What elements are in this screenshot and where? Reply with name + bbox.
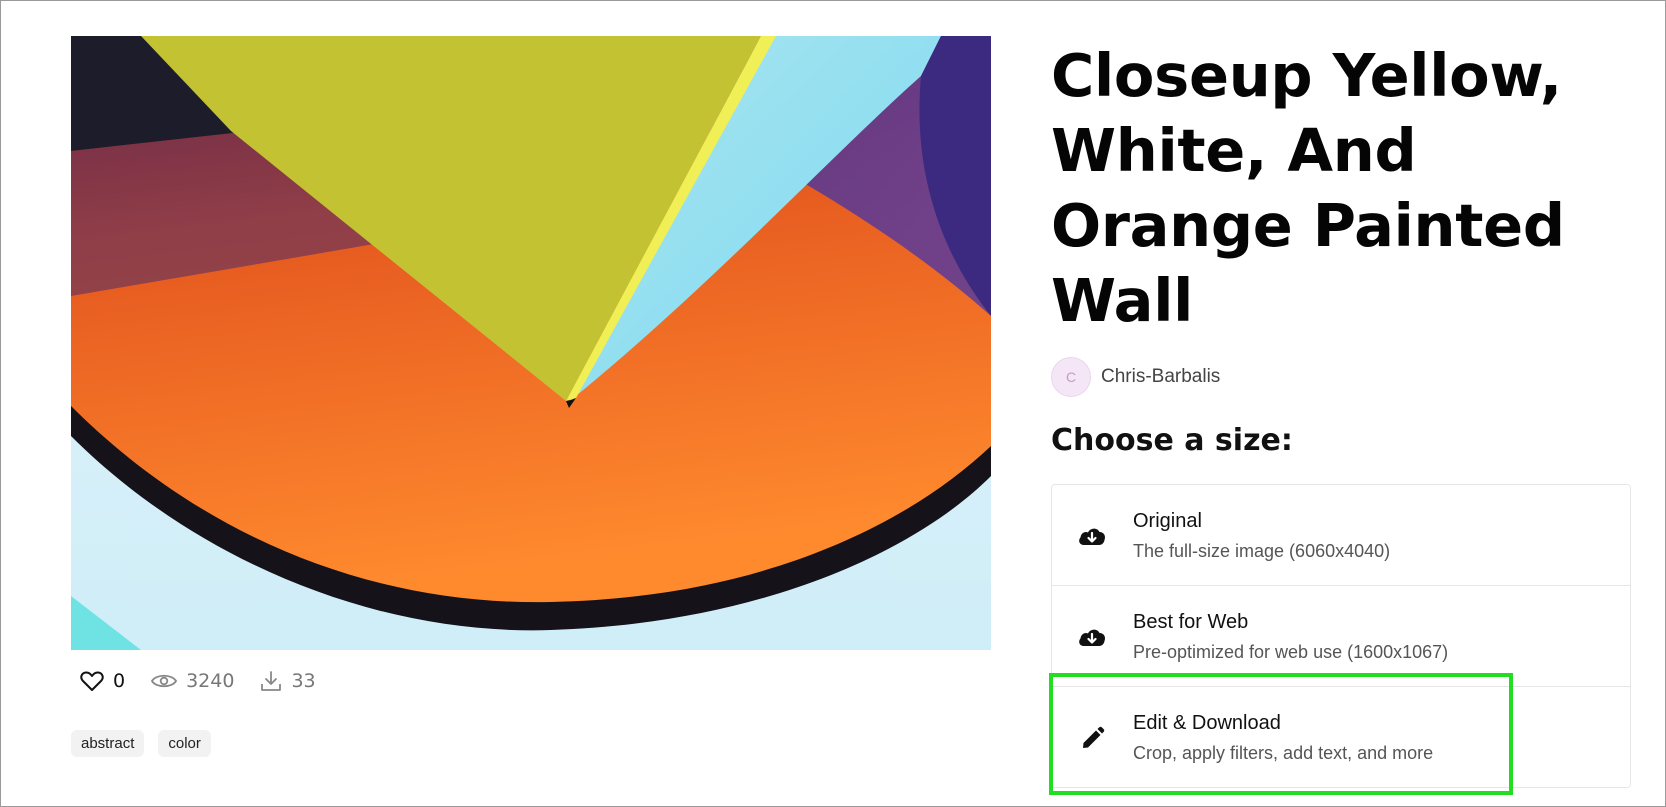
pencil-icon [1076, 723, 1108, 755]
tag-abstract[interactable]: abstract [71, 730, 145, 757]
heart-icon [80, 670, 104, 692]
option-description: Crop, apply filters, add text, and more [1133, 743, 1434, 763]
cloud-download-icon [1076, 521, 1108, 553]
views-stat: 3240 [151, 670, 234, 692]
size-options: Original The full-size image (6060x4040)… [1051, 484, 1631, 788]
option-original[interactable]: Original The full-size image (6060x4040) [1052, 485, 1630, 586]
likes-count: 0 [113, 670, 126, 692]
views-count: 3240 [186, 670, 235, 692]
option-title: Edit & Download [1133, 712, 1281, 734]
like-button[interactable]: 0 [80, 670, 125, 692]
option-title: Original [1133, 510, 1202, 532]
download-icon [260, 670, 282, 692]
author-name: Chris-Barbalis [1101, 366, 1221, 387]
tag-list: abstract color [71, 730, 211, 757]
hero-photo[interactable] [71, 36, 991, 650]
option-description: The full-size image (6060x4040) [1133, 541, 1391, 561]
downloads-stat: 33 [260, 670, 316, 692]
option-title: Best for Web [1133, 611, 1249, 633]
author-link[interactable]: C Chris-Barbalis [1051, 357, 1220, 397]
downloads-count: 33 [291, 670, 316, 692]
eye-icon [151, 672, 178, 690]
option-edit-download[interactable]: Edit & Download Crop, apply filters, add… [1052, 687, 1630, 787]
page-title: Closeup Yellow, White, And Orange Painte… [1051, 41, 1565, 335]
photo-artwork [71, 36, 991, 650]
option-best-for-web[interactable]: Best for Web Pre-optimized for web use (… [1052, 586, 1630, 687]
avatar: C [1051, 357, 1091, 397]
option-description: Pre-optimized for web use (1600x1067) [1133, 642, 1449, 662]
tag-color[interactable]: color [158, 730, 211, 757]
size-heading: Choose a size: [1051, 423, 1293, 458]
cloud-download-icon [1076, 622, 1108, 654]
photo-stats: 0 3240 33 [80, 670, 316, 692]
